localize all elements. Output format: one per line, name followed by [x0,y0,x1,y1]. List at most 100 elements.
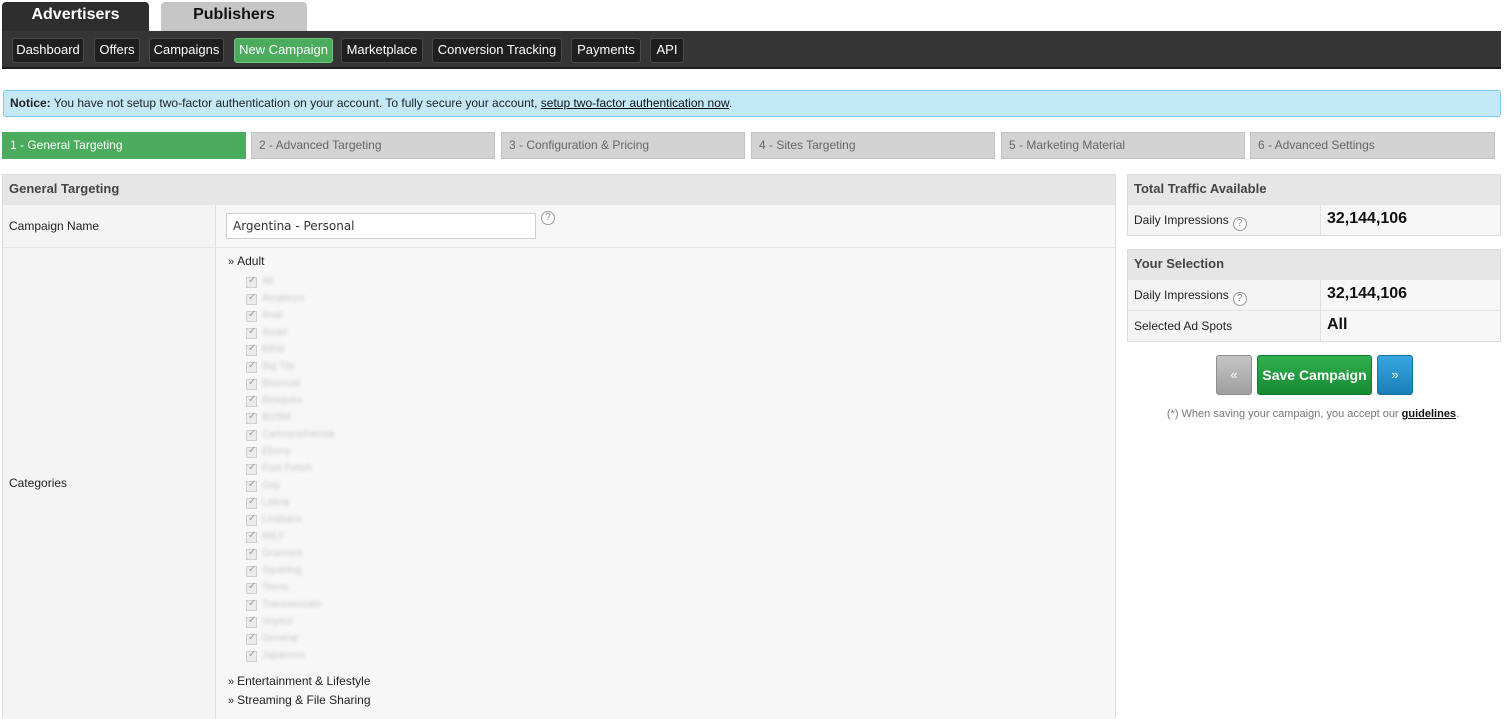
previous-step-button[interactable]: « [1216,355,1252,395]
your-selection-box: Your Selection Daily Impressions? 32,144… [1127,249,1501,342]
notice-tail: . [728,96,733,110]
next-step-button[interactable]: » [1377,355,1413,395]
subcategory-label: Amateurs [262,293,305,304]
save-campaign-button[interactable]: Save Campaign [1257,355,1372,395]
categories-tree: »Adult AllAmateursAnalAsianBBWBig TitsBi… [216,248,1115,719]
subcategory-checkbox[interactable] [246,632,257,645]
subcategory-checkbox[interactable] [246,615,257,628]
subcategory-label: Foot Fetish [262,463,313,474]
campaign-name-row: Campaign Name Argentina - Personal ? [3,204,1115,247]
nav-dashboard[interactable]: Dashboard [12,38,84,63]
total-daily-impressions-value: 32,144,106 [1321,205,1500,235]
step-general-targeting[interactable]: 1 - General Targeting [2,132,246,159]
notice-text: You have not setup two-factor authentica… [50,96,541,110]
guidelines-note-text: (*) When saving your campaign, you accep… [1166,408,1402,420]
total-traffic-title: Total Traffic Available [1128,175,1500,204]
step-configuration-pricing[interactable]: 3 - Configuration & Pricing [501,132,745,159]
traffic-daily-row: Daily Impressions? 32,144,106 [1128,204,1500,235]
two-factor-notice: Notice: You have not setup two-factor au… [3,90,1501,117]
category-group-adult[interactable]: » Adult [228,254,264,268]
nav-payments[interactable]: Payments [571,38,641,63]
nav-marketplace[interactable]: Marketplace [341,38,423,63]
nav-conversion-tracking[interactable]: Conversion Tracking [432,38,562,63]
category-group-entertainment[interactable]: » Entertainment & Lifestyle [228,674,371,688]
subcategory-checkbox[interactable] [246,292,257,305]
expand-arrow-icon: » [228,676,235,688]
expand-arrow-icon: » [228,695,235,707]
subcategory-label: Ebony [262,446,291,457]
subcategory-checkbox[interactable] [246,564,257,577]
help-icon[interactable]: ? [541,211,555,225]
subcategory-label: BDSM [262,412,291,423]
subcategory-checkbox[interactable] [246,445,257,458]
notice-label: Notice: [10,96,51,110]
subcategory-label: BBW [262,344,285,355]
guidelines-link[interactable]: guidelines [1402,408,1456,420]
tab-advertisers[interactable]: Advertisers [2,2,149,31]
help-icon[interactable]: ? [1232,292,1247,306]
subcategory-checkbox[interactable] [246,360,257,373]
subcategory-label: All [262,276,274,287]
subcategory-checkbox[interactable] [246,496,257,509]
selected-ad-spots-row: Selected Ad Spots All [1128,310,1500,341]
subcategory-checkbox[interactable] [246,479,257,492]
category-group-label: Entertainment & Lifestyle [237,674,371,688]
daily-impressions-label: Daily Impressions [1134,213,1229,227]
guidelines-note: (*) When saving your campaign, you accep… [1127,408,1499,420]
subcategory-checkbox[interactable] [246,649,257,662]
subcategory-label: Latina [262,497,290,508]
subcategory-checkbox[interactable] [246,513,257,526]
setup-2fa-link[interactable]: setup two-factor authentication now [541,96,729,110]
nav-api[interactable]: API [650,38,684,63]
subcategory-checkbox[interactable] [246,547,257,560]
subcategory-checkbox[interactable] [246,581,257,594]
subcategory-label: Anal [262,310,283,321]
your-selection-title: Your Selection [1128,250,1500,279]
general-targeting-panel: General Targeting Campaign Name Argentin… [2,174,1116,719]
step-advanced-settings[interactable]: 6 - Advanced Settings [1250,132,1495,159]
nav-campaigns[interactable]: Campaigns [149,38,224,63]
total-traffic-box: Total Traffic Available Daily Impression… [1127,174,1501,236]
subcategory-label: Grannies [262,548,303,559]
subcategory-checkbox[interactable] [246,275,257,288]
nav-new-campaign[interactable]: New Campaign [234,38,333,63]
subcategory-checkbox[interactable] [246,462,257,475]
subcategory-label: Transsexuals [262,599,322,610]
subcategory-label: MILF [262,531,285,542]
subcategory-checkbox[interactable] [246,326,257,339]
subcategory-label: Japanese [262,650,306,661]
subcategory-label: Gay [262,480,281,491]
subcategory-checkbox[interactable] [246,598,257,611]
category-group-label: Adult [237,254,265,268]
campaign-name-input[interactable]: Argentina - Personal [226,213,536,239]
campaign-name-label: Campaign Name [3,205,216,247]
category-group-streaming[interactable]: » Streaming & File Sharing [228,693,371,707]
subcategory-label: Big Tits [262,361,295,372]
subcategory-label: Blowjobs [262,395,303,406]
subcategory-checkbox[interactable] [246,343,257,356]
subcategory-checkbox[interactable] [246,377,257,390]
step-marketing-material[interactable]: 5 - Marketing Material [1001,132,1245,159]
help-icon[interactable]: ? [1232,217,1247,231]
panel-title: General Targeting [3,175,1115,204]
selection-daily-row: Daily Impressions? 32,144,106 [1128,279,1500,310]
guidelines-note-tail: . [1456,408,1460,420]
daily-impressions-label: Daily Impressions [1134,288,1229,302]
step-advanced-targeting[interactable]: 2 - Advanced Targeting [251,132,495,159]
categories-label: Categories [3,248,216,719]
subcategory-checkbox[interactable] [246,530,257,543]
tab-publishers[interactable]: Publishers [161,2,307,31]
subcategory-label: Teens [262,582,289,593]
step-sites-targeting[interactable]: 4 - Sites Targeting [751,132,995,159]
selected-ad-spots-label: Selected Ad Spots [1128,311,1321,341]
nav-offers[interactable]: Offers [94,38,140,63]
subcategory-label: Asian [262,327,288,338]
subcategory-checkbox[interactable] [246,394,257,407]
subcategory-checkbox[interactable] [246,428,257,441]
subcategory-label: Bisexual [262,378,300,389]
subcategory-checkbox[interactable] [246,309,257,322]
subcategory-label: Lesbians [262,514,303,525]
top-tabs: Advertisers Publishers [0,0,1509,31]
subcategory-checkbox[interactable] [246,411,257,424]
subcategory-label: Voyeur [262,616,294,627]
